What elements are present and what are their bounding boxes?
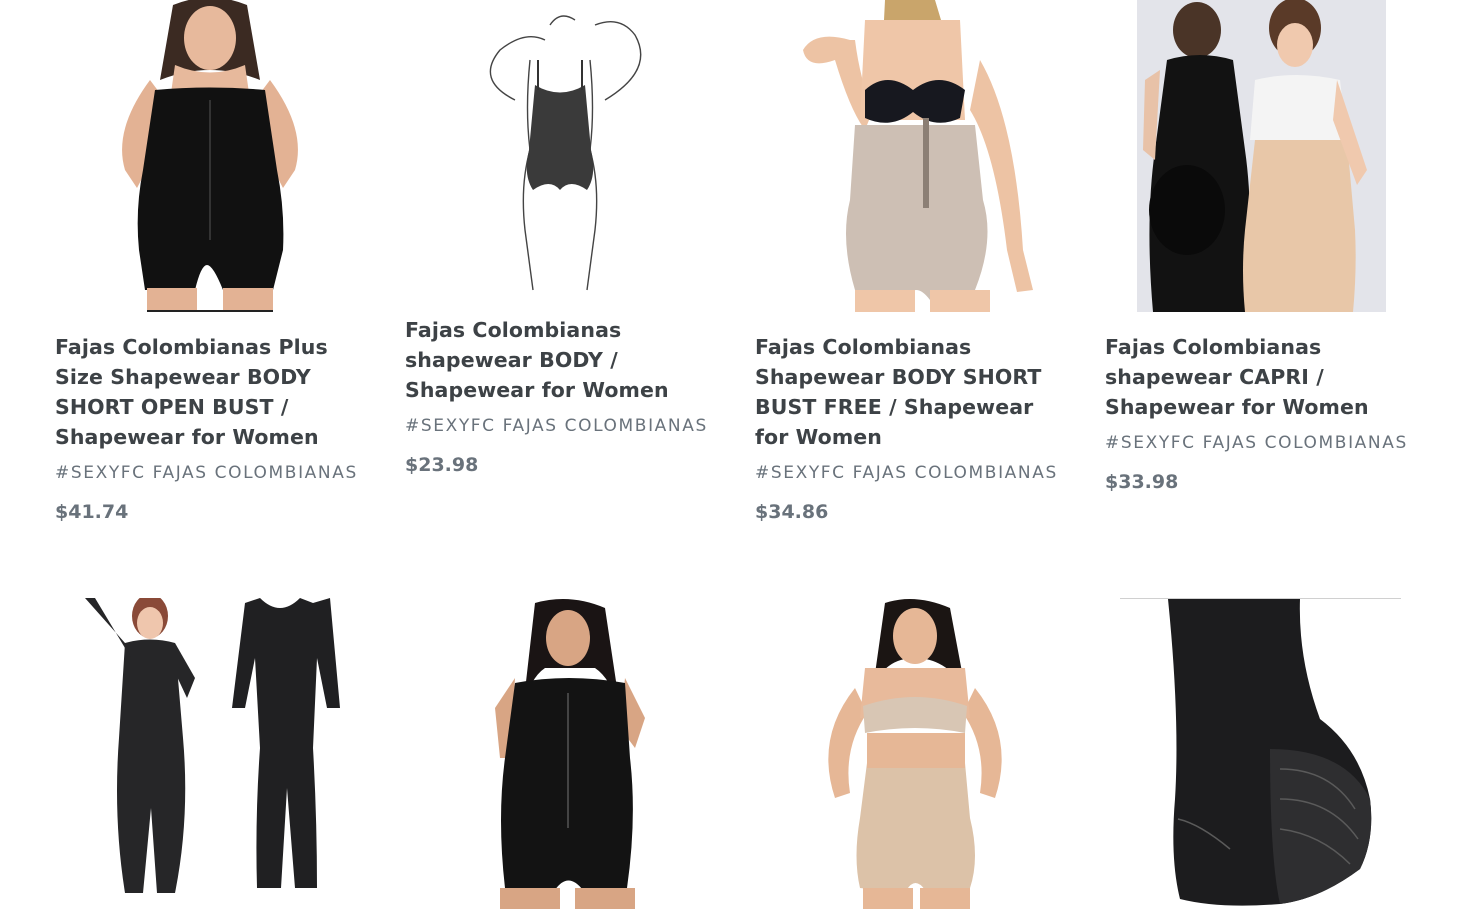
product-card[interactable] xyxy=(405,598,715,909)
long-sleeve-shaper-photo-icon xyxy=(85,598,340,893)
product-image[interactable] xyxy=(755,598,1065,909)
product-image[interactable] xyxy=(1120,598,1401,909)
product-image[interactable] xyxy=(405,598,715,909)
product-price: $34.86 xyxy=(755,501,829,523)
product-card[interactable]: Fajas Colombianas shapewear BODY / Shape… xyxy=(405,0,715,476)
capri-two-models-photo-icon xyxy=(1137,0,1386,312)
black-lace-panty-photo-icon xyxy=(1168,599,1372,906)
product-card[interactable]: Fajas Colombianas Shapewear BODY SHORT B… xyxy=(755,0,1065,523)
product-image[interactable] xyxy=(1105,0,1415,312)
product-card[interactable] xyxy=(1105,598,1415,909)
product-vendor: #SEXYFC FAJAS COLOMBIANAS xyxy=(405,416,708,436)
product-vendor: #SEXYFC FAJAS COLOMBIANAS xyxy=(55,463,358,483)
product-card[interactable]: Fajas Colombianas Plus Size Shapewear BO… xyxy=(55,0,365,523)
bodysuit-sketch-icon xyxy=(489,15,642,291)
product-card[interactable] xyxy=(755,598,1065,909)
product-title[interactable]: Fajas Colombianas shapewear CAPRI / Shap… xyxy=(1105,332,1415,422)
product-title[interactable]: Fajas Colombianas Shapewear BODY SHORT B… xyxy=(755,332,1065,452)
product-title[interactable]: Fajas Colombianas shapewear BODY / Shape… xyxy=(405,315,715,405)
product-grid: Fajas Colombianas Plus Size Shapewear BO… xyxy=(0,0,1466,909)
beige-bodysuit-photo-icon xyxy=(803,0,1033,312)
product-image[interactable] xyxy=(755,0,1065,312)
beige-strapless-shaper-photo-icon xyxy=(828,599,1002,909)
product-card[interactable]: Fajas Colombianas shapewear CAPRI / Shap… xyxy=(1105,0,1415,493)
product-image[interactable] xyxy=(55,598,365,909)
black-bodysuit-photo-icon xyxy=(122,0,298,312)
black-zip-bodysuit-photo-icon xyxy=(495,599,645,909)
product-vendor: #SEXYFC FAJAS COLOMBIANAS xyxy=(755,463,1058,483)
product-title[interactable]: Fajas Colombianas Plus Size Shapewear BO… xyxy=(55,332,365,452)
product-vendor: #SEXYFC FAJAS COLOMBIANAS xyxy=(1105,433,1408,453)
product-price: $41.74 xyxy=(55,501,129,523)
product-image[interactable] xyxy=(55,0,365,312)
product-price: $33.98 xyxy=(1105,471,1179,493)
product-price: $23.98 xyxy=(405,454,479,476)
product-image[interactable] xyxy=(405,0,715,295)
product-card[interactable] xyxy=(55,598,365,909)
